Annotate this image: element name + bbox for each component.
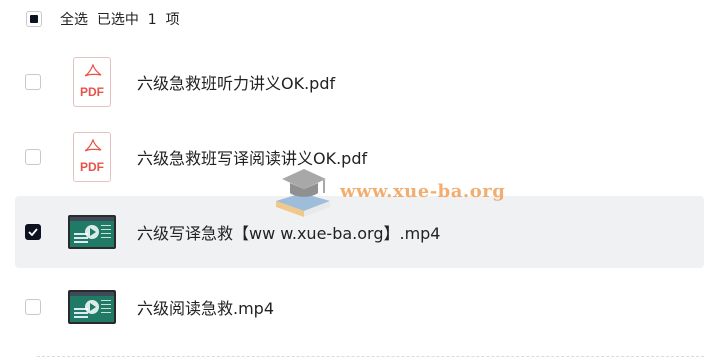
checkmark-icon (28, 228, 38, 236)
video-thumbnail-icon (68, 208, 116, 256)
play-icon (85, 300, 99, 314)
file-checkbox-checked[interactable] (25, 224, 41, 240)
watermark: www.xue-ba.org (272, 163, 505, 219)
divider (37, 356, 704, 357)
file-name[interactable]: 六级写译急救【ww w.xue-ba.org】.mp4 (137, 220, 441, 244)
play-icon (85, 225, 99, 239)
pdf-file-icon: PDF (68, 57, 116, 107)
select-all-checkbox[interactable] (26, 11, 42, 27)
file-name[interactable]: 六级急救班听力讲义OK.pdf (137, 70, 335, 94)
graduation-cap-book-icon (276, 169, 330, 217)
file-checkbox[interactable] (25, 299, 41, 315)
selection-header: 全选 已选中 1 项 (26, 9, 180, 29)
file-name[interactable]: 六级阅读急救.mp4 (137, 295, 274, 319)
file-checkbox[interactable] (25, 149, 41, 165)
pdf-file-icon: PDF (68, 132, 116, 182)
select-all-label[interactable]: 全选 已选中 1 项 (60, 9, 180, 29)
watermark-text: www.xue-ba.org (340, 180, 506, 202)
selected-count-text: 已选中 1 项 (96, 12, 180, 28)
file-row[interactable]: PDF 六级急救班听力讲义OK.pdf (15, 46, 704, 118)
video-thumbnail-icon (68, 283, 116, 331)
file-checkbox[interactable] (25, 74, 41, 90)
file-row[interactable]: 六级阅读急救.mp4 (15, 271, 704, 343)
